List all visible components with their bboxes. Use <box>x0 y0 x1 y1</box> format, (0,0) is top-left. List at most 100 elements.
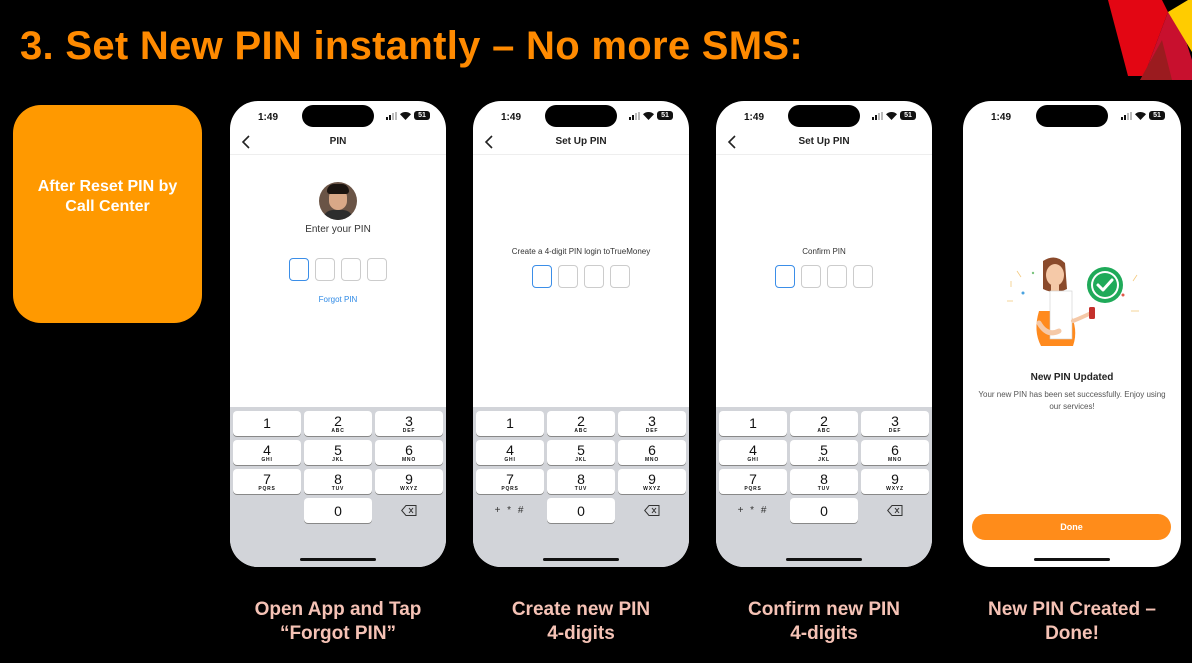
home-indicator <box>786 558 862 561</box>
pin-digit-2[interactable] <box>801 265 821 288</box>
status-bar: 1:49 51 <box>230 101 446 131</box>
key-1[interactable]: 1 <box>233 411 301 436</box>
numeric-keypad: 1 2 ABC 3 DEF 4 GHI 5 JKL 6 MNO 7 PQRS 8 TUV 9W… <box>230 407 446 567</box>
nav-title: Set Up PIN <box>798 136 850 147</box>
phone-enter-pin: 1:49 51 PIN Enter your PIN Forgot PIN 1 … <box>230 101 446 567</box>
key-3[interactable]: 3 DEF <box>375 411 443 436</box>
key-empty <box>233 498 301 523</box>
status-time: 1:49 <box>501 112 522 123</box>
key-symbols[interactable]: + * # <box>719 498 787 523</box>
backspace-icon <box>887 505 903 516</box>
delete-key[interactable] <box>861 498 929 523</box>
nav-bar: PIN <box>230 131 446 155</box>
pin-digit-3[interactable] <box>827 265 847 288</box>
key-4[interactable]: 4 GHI <box>719 440 787 465</box>
status-time: 1:49 <box>991 112 1012 123</box>
key-2[interactable]: 2 ABC <box>790 411 858 436</box>
key-2[interactable]: 2 ABC <box>547 411 615 436</box>
wifi-icon <box>400 111 411 120</box>
dynamic-island <box>788 105 860 127</box>
status-time: 1:49 <box>744 112 765 123</box>
pin-input[interactable] <box>230 258 446 281</box>
caption-step-2: Create new PIN 4-digits <box>511 599 651 644</box>
signal-icon <box>872 111 883 120</box>
reset-pin-note-text: After Reset PIN by Call Center <box>37 178 178 215</box>
pin-digit-4[interactable] <box>853 265 873 288</box>
key-9[interactable]: 9 WXYZ <box>375 469 443 494</box>
key-4[interactable]: 4 GHI <box>476 440 544 465</box>
confirm-pin-prompt: Confirm PIN <box>802 247 846 256</box>
pin-input[interactable] <box>716 265 932 288</box>
battery-icon: 51 <box>657 111 673 120</box>
caption-step-3: Confirm new PIN 4-digits <box>747 599 900 644</box>
key-7[interactable]: 7 PQRS <box>476 469 544 494</box>
enter-pin-prompt: Enter your PIN <box>305 224 371 235</box>
nav-bar: Set Up PIN <box>716 131 932 155</box>
numeric-keypad: 1 2 ABC 3 DEF 4 GHI 5 JKL 6 MNO 7 PQRS 8 TUV 9W… <box>473 407 689 567</box>
dynamic-island <box>545 105 617 127</box>
key-0[interactable]: 0 <box>304 498 372 523</box>
home-indicator <box>1034 558 1110 561</box>
pin-digit-3[interactable] <box>584 265 604 288</box>
pin-digit-4[interactable] <box>610 265 630 288</box>
key-0[interactable]: 0 <box>547 498 615 523</box>
battery-icon: 51 <box>414 111 430 120</box>
key-3[interactable]: 3 DEF <box>618 411 686 436</box>
success-message: Your new PIN has been set successfully. … <box>978 390 1166 411</box>
backspace-icon <box>401 505 417 516</box>
pin-digit-1[interactable] <box>775 265 795 288</box>
forgot-pin-link[interactable]: Forgot PIN <box>230 295 446 304</box>
key-6[interactable]: 6 MNO <box>375 440 443 465</box>
success-title: New PIN Updated <box>1030 372 1114 383</box>
key-8[interactable]: 8 TUV <box>304 469 372 494</box>
battery-icon: 51 <box>900 111 916 120</box>
key-9[interactable]: 9 WXYZ <box>618 469 686 494</box>
key-5[interactable]: 5 JKL <box>547 440 615 465</box>
key-8[interactable]: 8 TUV <box>790 469 858 494</box>
dynamic-island <box>1036 105 1108 127</box>
create-pin-prompt: Create a 4-digit PIN login toTrueMoney <box>511 247 651 256</box>
key-symbols[interactable]: + * # <box>476 498 544 523</box>
key-7[interactable]: 7 PQRS <box>233 469 301 494</box>
delete-key[interactable] <box>375 498 443 523</box>
key-7[interactable]: 7 PQRS <box>719 469 787 494</box>
delete-key[interactable] <box>618 498 686 523</box>
status-bar: 1:49 51 <box>963 101 1181 131</box>
key-1[interactable]: 1 <box>476 411 544 436</box>
pin-digit-2[interactable] <box>558 265 578 288</box>
signal-icon <box>629 111 640 120</box>
key-1[interactable]: 1 <box>719 411 787 436</box>
key-5[interactable]: 5 JKL <box>304 440 372 465</box>
done-button[interactable]: Done <box>972 514 1171 540</box>
battery-icon: 51 <box>1149 111 1165 120</box>
key-6[interactable]: 6 MNO <box>618 440 686 465</box>
nav-title: Set Up PIN <box>555 136 607 147</box>
pin-digit-4[interactable] <box>367 258 387 281</box>
key-0[interactable]: 0 <box>790 498 858 523</box>
wifi-icon <box>886 111 897 120</box>
status-bar: 1:49 51 <box>716 101 932 131</box>
phone-confirm-pin: 1:49 51 Set Up PIN Confirm PIN 1 2 ABC 3D… <box>716 101 932 567</box>
pin-digit-1[interactable] <box>289 258 309 281</box>
key-9[interactable]: 9 WXYZ <box>861 469 929 494</box>
key-5[interactable]: 5 JKL <box>790 440 858 465</box>
key-3[interactable]: 3 DEF <box>861 411 929 436</box>
home-indicator <box>543 558 619 561</box>
pin-digit-2[interactable] <box>315 258 335 281</box>
pin-input[interactable] <box>473 265 689 288</box>
wifi-icon <box>643 111 654 120</box>
reset-pin-note: After Reset PIN by Call Center <box>13 105 202 323</box>
user-avatar <box>319 182 357 220</box>
nav-title: PIN <box>329 136 347 147</box>
backspace-icon <box>644 505 660 516</box>
caption-step-4: New PIN Created – Done! <box>988 599 1156 644</box>
key-2[interactable]: 2 ABC <box>304 411 372 436</box>
status-bar: 1:49 51 <box>473 101 689 131</box>
key-4[interactable]: 4 GHI <box>233 440 301 465</box>
dynamic-island <box>302 105 374 127</box>
pin-digit-1[interactable] <box>532 265 552 288</box>
caption-step-1: Open App and Tap “Forgot PIN” <box>254 599 422 644</box>
key-8[interactable]: 8 TUV <box>547 469 615 494</box>
key-6[interactable]: 6 MNO <box>861 440 929 465</box>
pin-digit-3[interactable] <box>341 258 361 281</box>
